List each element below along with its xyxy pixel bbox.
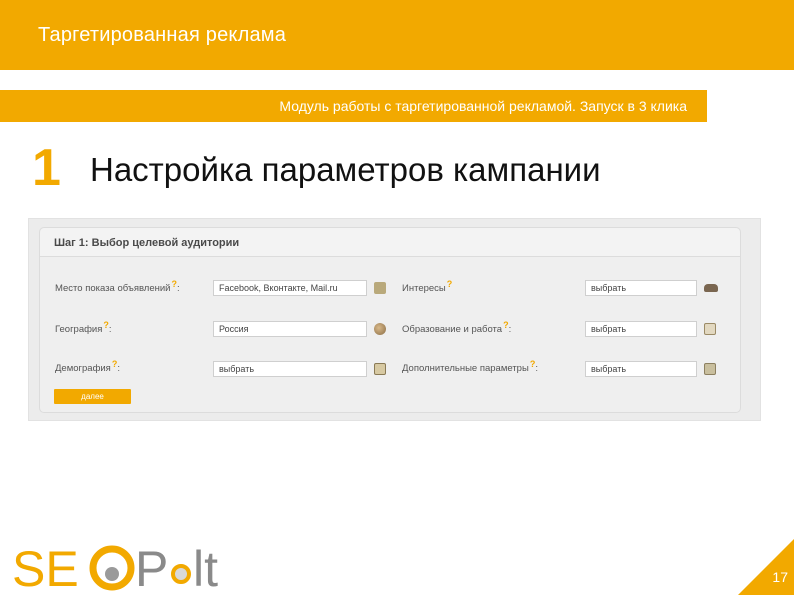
demography-label: Демография?: xyxy=(55,359,120,374)
subtitle-bar: Модуль работы с таргетированной рекламой… xyxy=(0,90,707,122)
help-icon[interactable]: ? xyxy=(447,279,453,289)
help-icon[interactable]: ? xyxy=(530,359,536,369)
form-screenshot: Шаг 1: Выбор целевой аудитории Место пок… xyxy=(28,218,761,421)
subtitle-text: Модуль работы с таргетированной рекламой… xyxy=(279,98,687,114)
box-icon[interactable] xyxy=(374,363,386,375)
logo-text-lt: lt xyxy=(193,541,218,596)
help-icon[interactable]: ? xyxy=(171,279,177,289)
geography-label: География?: xyxy=(55,320,112,335)
placement-label: Место показа объявлений?: xyxy=(55,279,180,294)
next-button[interactable]: далее xyxy=(54,389,131,404)
chart-icon[interactable] xyxy=(704,363,716,375)
audience-form-panel: Шаг 1: Выбор целевой аудитории Место пок… xyxy=(39,227,741,413)
panel-header: Шаг 1: Выбор целевой аудитории xyxy=(40,228,740,257)
header-bar: Таргетированная реклама xyxy=(0,0,794,70)
page-number: 17 xyxy=(772,569,788,585)
help-icon[interactable]: ? xyxy=(103,320,109,330)
car-icon[interactable] xyxy=(704,284,718,292)
education-field[interactable]: выбрать xyxy=(585,321,697,337)
interests-label: Интересы? xyxy=(402,279,453,294)
globe-icon[interactable] xyxy=(374,323,386,335)
facebook-icon[interactable] xyxy=(374,282,386,294)
extra-params-field[interactable]: выбрать xyxy=(585,361,697,377)
placement-field[interactable]: Facebook, Вконтакте, Mail.ru xyxy=(213,280,367,296)
extra-params-label: Дополнительные параметры?: xyxy=(402,359,538,374)
header-title: Таргетированная реклама xyxy=(38,24,287,46)
step-number: 1 xyxy=(32,139,61,197)
logo-ball xyxy=(105,567,119,581)
help-icon[interactable]: ? xyxy=(112,359,118,369)
interests-field[interactable]: выбрать xyxy=(585,280,697,296)
seopult-logo: SE P lt xyxy=(12,541,218,596)
panel-title: Шаг 1: Выбор целевой аудитории xyxy=(54,237,240,249)
page-corner xyxy=(738,539,794,595)
id-card-icon[interactable] xyxy=(704,323,716,335)
logo-text-se: SE xyxy=(12,541,79,596)
logo-text-pult: P xyxy=(135,541,168,596)
step-title: Настройка параметров кампании xyxy=(90,151,601,188)
logo-u-ball xyxy=(171,564,191,584)
demography-field[interactable]: выбрать xyxy=(213,361,367,377)
education-label: Образование и работа?: xyxy=(402,320,512,335)
help-icon[interactable]: ? xyxy=(503,320,509,330)
geography-field[interactable]: Россия xyxy=(213,321,367,337)
